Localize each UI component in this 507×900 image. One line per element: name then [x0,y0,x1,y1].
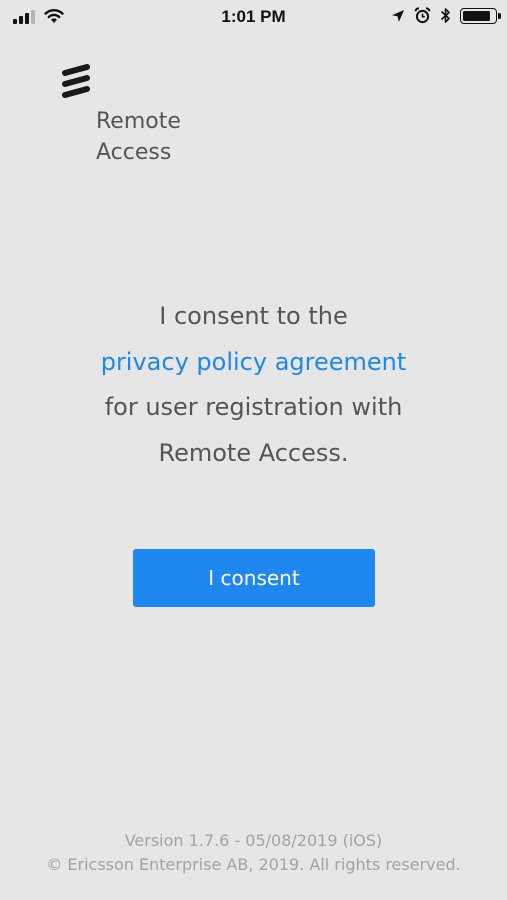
alarm-icon [414,7,431,24]
bluetooth-icon [440,8,450,23]
consent-button[interactable]: I consent [133,549,375,607]
status-bar: 1:01 PM [0,0,507,34]
location-icon [392,9,404,22]
app-name-line2: Access [96,140,172,165]
footer: Version 1.7.6 - 05/08/2019 (iOS) © Erics… [0,829,507,877]
app-name-line1: Remote [96,109,181,134]
battery-icon [460,7,501,24]
battery-fill [463,10,490,21]
app-name: Remote Access [96,106,296,168]
consent-line-1: I consent to the [159,302,348,330]
version-text: Version 1.7.6 - 05/08/2019 (iOS) [124,831,383,850]
ericsson-logo-icon [62,64,90,98]
consent-line-3: for user registration with [104,393,403,421]
copyright-text: © Ericsson Enterprise AB, 2019. All righ… [46,855,461,874]
consent-line-4: Remote Access. [158,438,349,467]
status-right [391,7,501,24]
privacy-policy-link[interactable]: privacy policy agreement [101,348,407,376]
consent-message: I consent to the privacy policy agreemen… [0,294,507,476]
